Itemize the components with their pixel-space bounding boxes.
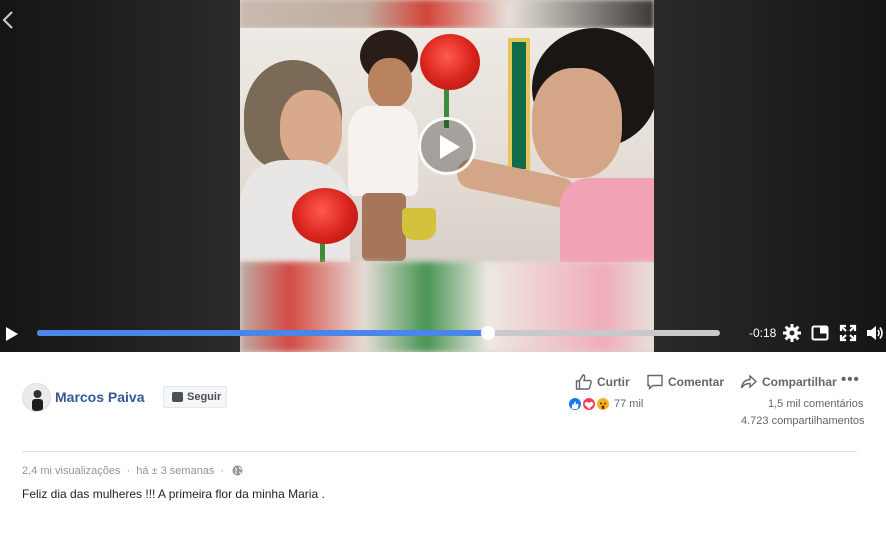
fullscreen-icon[interactable]	[839, 324, 857, 342]
follow-button[interactable]: Seguir	[163, 386, 227, 408]
scene-rose	[292, 188, 358, 244]
more-options-icon[interactable]: •••	[841, 371, 860, 388]
comment-button[interactable]: Comentar	[646, 373, 724, 391]
meta-separator: ·	[126, 465, 131, 477]
volume-icon[interactable]	[866, 324, 884, 342]
thumbs-up-icon	[575, 374, 592, 390]
time-remaining: -0:18	[749, 326, 777, 340]
gear-icon[interactable]	[783, 324, 801, 342]
like-button[interactable]: Curtir	[575, 373, 630, 391]
wow-reaction-icon	[596, 397, 610, 411]
shares-count[interactable]: 4.723 compartilhamentos	[741, 415, 865, 427]
play-circle-icon[interactable]	[418, 117, 476, 175]
globe-icon	[232, 465, 243, 476]
post-caption: Feliz dia das mulheres !!! A primeira fl…	[22, 487, 325, 501]
meta-separator: ·	[220, 465, 225, 477]
progress-fill	[37, 330, 488, 336]
post-details: Marcos Paiva Seguir Curtir Comentar Comp…	[0, 352, 886, 555]
share-icon	[740, 374, 758, 389]
progress-handle[interactable]	[480, 326, 495, 340]
scene-pot	[402, 208, 436, 240]
video-frame[interactable]	[240, 0, 654, 352]
chevron-left-icon[interactable]	[2, 10, 16, 30]
like-label: Curtir	[597, 375, 630, 389]
comments-count[interactable]: 1,5 mil comentários	[768, 398, 863, 410]
video-player[interactable]: -0:18	[0, 0, 886, 352]
share-label: Compartilhar	[762, 375, 837, 389]
divider	[22, 451, 857, 452]
comment-label: Comentar	[668, 375, 725, 389]
view-count: 2,4 mi visualizações	[22, 465, 121, 477]
author-name[interactable]: Marcos Paiva	[55, 389, 145, 405]
post-meta: 2,4 mi visualizações · há ± 3 semanas ·	[22, 465, 243, 477]
follow-icon	[172, 392, 183, 402]
comment-icon	[647, 374, 663, 391]
scene-rose	[420, 34, 480, 90]
post-time[interactable]: há ± 3 semanas	[136, 465, 214, 477]
follow-label: Seguir	[187, 391, 222, 403]
share-button[interactable]: Compartilhar	[740, 373, 837, 391]
video-blur-top	[240, 0, 654, 28]
reaction-count[interactable]: 77 mil	[614, 398, 643, 410]
love-reaction-icon	[582, 397, 596, 411]
avatar[interactable]	[22, 383, 51, 412]
progress-bar[interactable]	[37, 326, 720, 340]
like-reaction-icon	[568, 397, 582, 411]
miniplayer-icon[interactable]	[811, 324, 829, 342]
scene-door	[508, 38, 530, 173]
play-icon[interactable]	[5, 327, 19, 341]
